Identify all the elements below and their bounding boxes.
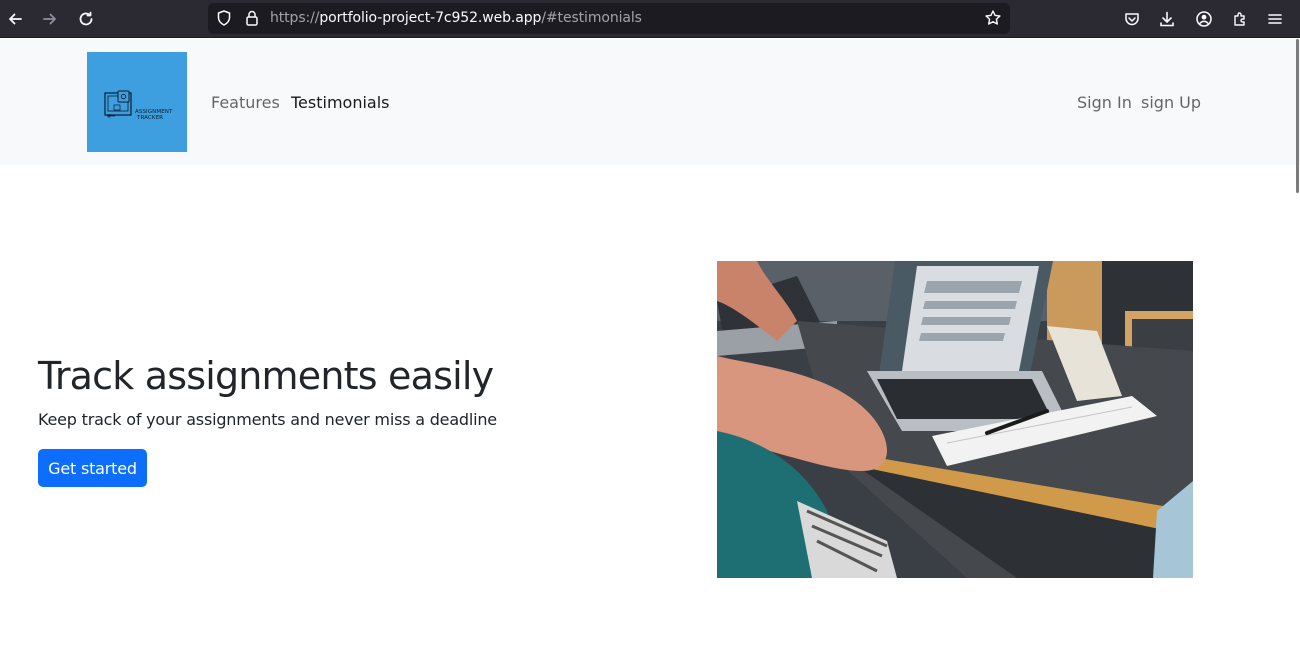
browser-toolbar: https://portfolio-project-7c952.web.app/… (0, 0, 1300, 38)
url-bar[interactable]: https://portfolio-project-7c952.web.app/… (208, 3, 1010, 34)
nav-link-testimonials[interactable]: Testimonials (291, 93, 390, 112)
hero-title: Track assignments easily (38, 354, 494, 398)
scrollbar-thumb[interactable] (1296, 39, 1299, 193)
forward-button[interactable] (38, 7, 62, 31)
assignment-tracker-logo-icon (104, 90, 132, 118)
puzzle-icon (1234, 12, 1245, 26)
arrow-right-icon (43, 13, 56, 25)
nav-link-features[interactable]: Features (211, 93, 280, 112)
url-scheme: https:// (270, 10, 320, 26)
brand-text: ASSIGNMENT TRACKER (135, 109, 172, 121)
page-scrollbar[interactable] (1294, 39, 1300, 656)
back-button[interactable] (3, 7, 27, 31)
downloads-button[interactable] (1155, 7, 1179, 31)
extensions-button[interactable] (1228, 7, 1252, 31)
brand-logo[interactable]: ASSIGNMENT TRACKER (87, 52, 187, 152)
get-started-button[interactable]: Get started (38, 449, 147, 487)
hero-image (717, 261, 1193, 578)
reload-icon (79, 11, 93, 26)
url-path: /#testimonials (541, 10, 642, 26)
url-host: portfolio-project-7c952.web.app (319, 10, 542, 26)
url-text[interactable]: https://portfolio-project-7c952.web.app/… (270, 10, 642, 26)
site-navbar: ASSIGNMENT TRACKER Features Testimonials… (0, 39, 1300, 165)
menu-button[interactable] (1263, 7, 1287, 31)
pocket-button[interactable] (1120, 7, 1144, 31)
lock-icon[interactable] (243, 9, 261, 27)
arrow-left-icon (9, 13, 22, 25)
download-icon (1160, 11, 1174, 27)
hamburger-menu-icon (1268, 14, 1282, 24)
account-button[interactable] (1192, 7, 1216, 31)
shield-icon[interactable] (215, 9, 233, 27)
reload-button[interactable] (74, 7, 98, 31)
account-icon (1196, 11, 1212, 27)
pocket-icon (1125, 13, 1139, 26)
student-laptop-photo (717, 261, 1193, 578)
sign-up-link[interactable]: sign Up (1141, 93, 1201, 112)
star-icon[interactable] (984, 9, 1002, 27)
sign-in-link[interactable]: Sign In (1077, 93, 1132, 112)
brand-text-line2: TRACKER (137, 115, 164, 121)
hero-subtitle: Keep track of your assignments and never… (38, 410, 497, 429)
